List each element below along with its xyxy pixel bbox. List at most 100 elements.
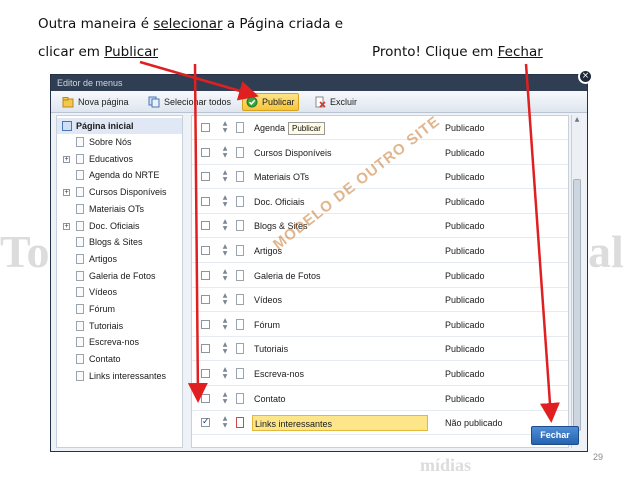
reorder-arrows-icon[interactable]: ▲ ▼	[220, 145, 230, 161]
move-down-icon[interactable]: ▼	[220, 176, 230, 183]
tree-item[interactable]: Contato	[57, 351, 182, 367]
tree-root[interactable]: Página inicial	[57, 118, 182, 134]
row-checkbox[interactable]	[201, 246, 210, 255]
row-name[interactable]: Fórum	[252, 317, 280, 333]
tree-item[interactable]: Vídeos	[57, 284, 182, 300]
scrollbar[interactable]: ▲ ▼	[571, 115, 581, 448]
tree-item[interactable]: Galeria de Fotos	[57, 268, 182, 284]
move-down-icon[interactable]: ▼	[220, 324, 230, 331]
move-up-icon[interactable]: ▲	[220, 415, 230, 422]
row-name[interactable]: Materiais OTs	[252, 169, 309, 185]
reorder-arrows-icon[interactable]: ▲ ▼	[220, 292, 230, 308]
move-up-icon[interactable]: ▲	[220, 218, 230, 225]
row-checkbox[interactable]	[201, 295, 210, 305]
tree-item[interactable]: + Cursos Disponíveis	[57, 184, 182, 200]
select-all-button[interactable]: Selecionar todos	[145, 94, 234, 110]
row-checkbox[interactable]: ✓	[201, 418, 210, 428]
tree-item[interactable]: Blogs & Sites	[57, 234, 182, 250]
move-up-icon[interactable]: ▲	[220, 292, 230, 299]
page-icon	[236, 318, 244, 330]
row-checkbox[interactable]	[201, 319, 210, 329]
row-status: Não publicado	[445, 418, 503, 429]
reorder-arrows-icon[interactable]: ▲ ▼	[220, 341, 230, 357]
move-down-icon[interactable]: ▼	[220, 225, 230, 232]
move-up-icon[interactable]: ▲	[220, 145, 230, 152]
move-down-icon[interactable]: ▼	[220, 152, 230, 159]
tree-item[interactable]: + Doc. Oficiais	[57, 218, 182, 234]
reorder-arrows-icon[interactable]: ▲ ▼	[220, 218, 230, 234]
row-name[interactable]: Escreva-nos	[252, 366, 304, 382]
move-down-icon[interactable]: ▼	[220, 373, 230, 380]
move-down-icon[interactable]: ▼	[220, 398, 230, 405]
publish-label: Publicar	[262, 97, 295, 107]
row-name[interactable]: Doc. Oficiais	[252, 194, 305, 210]
scroll-up-icon[interactable]: ▲	[573, 116, 581, 124]
tree-item[interactable]: Agenda do NRTE	[57, 167, 182, 183]
tree-item[interactable]: Sobre Nós	[57, 134, 182, 150]
close-button[interactable]: Fechar	[531, 426, 579, 445]
tree-item[interactable]: + Educativos	[57, 151, 182, 167]
tree-item[interactable]: Fórum	[57, 301, 182, 317]
move-up-icon[interactable]: ▲	[220, 366, 230, 373]
move-up-icon[interactable]: ▲	[220, 391, 230, 398]
row-checkbox[interactable]	[201, 393, 210, 403]
row-name[interactable]: Agenda	[252, 120, 285, 136]
row-checkbox[interactable]	[201, 123, 210, 132]
close-icon[interactable]: ×	[578, 69, 593, 84]
new-page-button[interactable]: Nova página	[59, 94, 132, 110]
move-down-icon[interactable]: ▼	[220, 275, 230, 282]
row-name[interactable]: Galeria de Fotos	[252, 268, 321, 284]
scroll-thumb[interactable]	[573, 179, 581, 431]
row-checkbox[interactable]	[201, 344, 210, 354]
reorder-arrows-icon[interactable]: ▲ ▼	[220, 169, 230, 185]
move-down-icon[interactable]: ▼	[220, 127, 230, 134]
move-down-icon[interactable]: ▼	[220, 422, 230, 429]
move-up-icon[interactable]: ▲	[220, 341, 230, 348]
row-name[interactable]: Tutoriais	[252, 341, 288, 357]
row-checkbox[interactable]	[201, 196, 210, 206]
row-checkbox[interactable]	[201, 147, 210, 157]
tree-item[interactable]: Links interessantes	[57, 368, 182, 384]
expand-icon[interactable]: +	[63, 222, 70, 230]
row-name[interactable]: Vídeos	[252, 292, 282, 308]
tree-item[interactable]: Escreva-nos	[57, 334, 182, 350]
move-down-icon[interactable]: ▼	[220, 250, 230, 257]
expand-icon[interactable]: +	[63, 189, 70, 197]
tree-item[interactable]: Materiais OTs	[57, 201, 182, 217]
row-checkbox[interactable]	[201, 172, 210, 182]
move-down-icon[interactable]: ▼	[220, 201, 230, 208]
page-icon	[76, 137, 84, 147]
reorder-arrows-icon[interactable]: ▲ ▼	[220, 194, 230, 210]
row-name[interactable]: Cursos Disponíveis	[252, 145, 332, 161]
move-down-icon[interactable]: ▼	[220, 299, 230, 306]
reorder-arrows-icon[interactable]: ▲ ▼	[220, 120, 230, 136]
move-up-icon[interactable]: ▲	[220, 243, 230, 250]
page-row: ✓ ▲ ▼ Links interessantes Não publicado	[192, 412, 568, 436]
move-up-icon[interactable]: ▲	[220, 169, 230, 176]
row-checkbox[interactable]	[201, 270, 210, 280]
row-name[interactable]: Contato	[252, 391, 286, 407]
caption-text: clicar em	[38, 44, 105, 60]
move-up-icon[interactable]: ▲	[220, 268, 230, 275]
delete-label: Excluir	[330, 97, 358, 107]
row-checkbox[interactable]	[201, 369, 210, 378]
delete-button[interactable]: Excluir	[311, 94, 360, 110]
tree-item[interactable]: Tutoriais	[57, 318, 182, 334]
reorder-arrows-icon[interactable]: ▲ ▼	[220, 268, 230, 284]
move-down-icon[interactable]: ▼	[220, 348, 230, 355]
reorder-arrows-icon[interactable]: ▲ ▼	[220, 391, 230, 407]
home-page-icon	[62, 121, 72, 131]
page-icon	[236, 294, 244, 306]
reorder-arrows-icon[interactable]: ▲ ▼	[220, 366, 230, 382]
move-up-icon[interactable]: ▲	[220, 317, 230, 324]
tree-item[interactable]: Artigos	[57, 251, 182, 267]
publish-button[interactable]: Publicar	[242, 93, 299, 111]
reorder-arrows-icon[interactable]: ▲ ▼	[220, 415, 230, 431]
move-up-icon[interactable]: ▲	[220, 194, 230, 201]
row-checkbox[interactable]	[201, 221, 210, 231]
reorder-arrows-icon[interactable]: ▲ ▼	[220, 243, 230, 259]
expand-icon[interactable]: +	[63, 155, 70, 163]
move-up-icon[interactable]: ▲	[220, 120, 230, 127]
row-name[interactable]: Links interessantes	[252, 415, 428, 432]
reorder-arrows-icon[interactable]: ▲ ▼	[220, 317, 230, 333]
